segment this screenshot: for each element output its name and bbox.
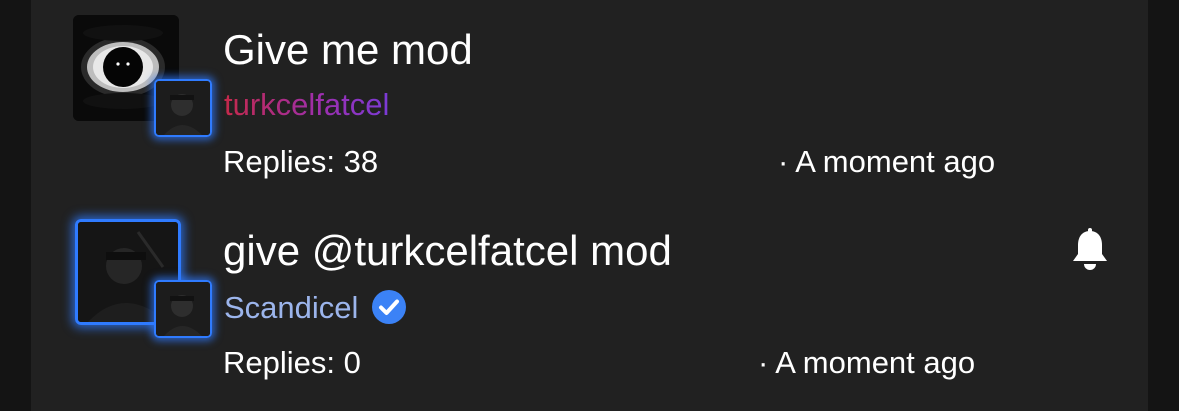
author-name[interactable]: turkcelfatcel bbox=[224, 89, 389, 120]
thread-list-panel: Give me mod turkcelfatcel Replies: 38 · … bbox=[31, 0, 1148, 411]
bell-icon[interactable] bbox=[1069, 228, 1111, 272]
thread-author[interactable]: turkcelfatcel bbox=[224, 89, 389, 120]
timestamp: · A moment ago bbox=[758, 345, 976, 380]
user-photo-avatar-icon[interactable] bbox=[154, 79, 212, 137]
thread-item[interactable]: Give me mod turkcelfatcel Replies: 38 · … bbox=[31, 0, 1148, 200]
timestamp: · A moment ago bbox=[778, 144, 996, 179]
thread-title[interactable]: give @turkcelfatcel mod bbox=[223, 230, 672, 272]
thread-title[interactable]: Give me mod bbox=[223, 29, 473, 71]
thread-item[interactable]: give @turkcelfatcel mod Scandicel Replie… bbox=[31, 200, 1148, 400]
user-photo-avatar-icon[interactable] bbox=[154, 280, 212, 338]
verified-badge-icon bbox=[372, 290, 407, 324]
author-name[interactable]: Scandicel bbox=[224, 292, 358, 323]
reply-count: Replies: 0 bbox=[223, 345, 361, 380]
reply-count: Replies: 38 bbox=[223, 144, 379, 179]
thread-author[interactable]: Scandicel bbox=[224, 290, 407, 324]
